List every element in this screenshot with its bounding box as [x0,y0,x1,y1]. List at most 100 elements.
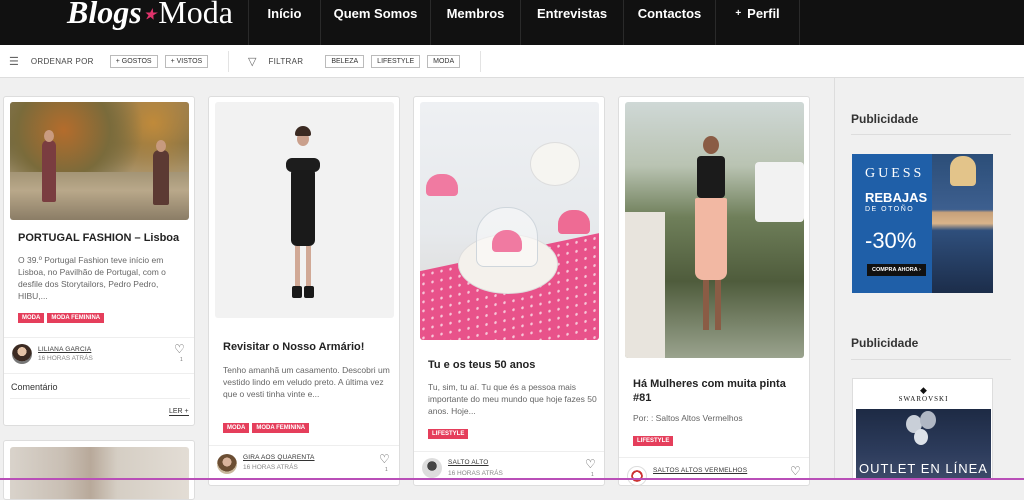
nav-item-entrevistas[interactable]: Entrevistas [520,0,623,45]
boot [292,286,302,298]
black-top [697,156,725,198]
ad-cta-button[interactable]: COMPRA AHORA › [867,264,926,276]
cupcake [558,210,590,234]
separator [10,398,190,399]
teapot [530,142,580,186]
sort-label: ORDENAR POR [30,57,94,66]
swarovski-ad-banner[interactable]: ◆ SWAROVSKI OUTLET EN LÍNEA [852,378,993,480]
ad-headline: REBAJAS [865,190,928,205]
ad-model-hair [950,156,976,186]
post-tags: MODA MODA FEMININA [223,423,312,433]
post-thumbnail[interactable] [10,447,189,499]
filter-chip-moda[interactable]: MODA [427,55,461,68]
nav-item-contactos[interactable]: Contactos [623,0,715,45]
swarovski-logo: SWAROVSKI [898,395,949,403]
nav-label: Entrevistas [536,6,608,21]
filter-chip-lifestyle[interactable]: LIFESTYLE [371,55,421,68]
logo-star-icon: ★ [143,8,157,24]
heart-icon[interactable]: ♡ [790,464,801,478]
post-card[interactable] [3,440,195,500]
tent [755,162,804,222]
nav-item-perfil[interactable]: + Perfil [715,0,800,45]
leg [295,246,300,290]
leg [306,246,311,290]
divider [228,51,229,72]
heart-icon[interactable]: ♡ [174,342,185,356]
nav-label: Contactos [637,6,702,21]
model-head [703,136,719,154]
balloon-shape [914,429,928,445]
guess-logo: GUESS [865,166,925,181]
peach-skirt [695,198,727,280]
comment-label[interactable]: Comentário [11,382,58,392]
like-count: 1 [180,357,183,363]
background-person [625,212,665,358]
ad-section-title: Publicidade [851,336,919,350]
tag-moda-feminina[interactable]: MODA FEMININA [47,313,105,323]
nav-item-membros[interactable]: Membros [430,0,520,45]
post-thumbnail[interactable] [420,102,599,340]
post-card[interactable]: Tu e os teus 50 anos Tu, sim, tu aí. Tu … [413,96,605,486]
nav-label: Perfil [747,6,780,21]
post-title[interactable]: Revisitar o Nosso Armário! [223,340,395,354]
read-more-link[interactable]: LER + [169,408,189,416]
author-avatar[interactable] [422,458,442,478]
author-avatar[interactable] [627,466,647,485]
post-title[interactable]: Tu e os teus 50 anos [428,358,600,372]
divider [480,51,481,72]
separator [209,445,399,446]
model-figure [153,150,169,205]
post-time: 16 HORAS ATRÁS [448,470,503,477]
model-hair [295,126,311,136]
tag-lifestyle[interactable]: LIFESTYLE [633,436,674,446]
leg [715,280,721,330]
dress-body [291,170,315,246]
author-name[interactable]: SALTO ALTO [448,459,489,466]
post-tags: LIFESTYLE [633,436,676,446]
tag-moda-feminina[interactable]: MODA FEMININA [252,423,310,433]
list-icon: ☰ [9,56,19,68]
nav-item-quem-somos[interactable]: Quem Somos [320,0,430,45]
cupcake [492,230,522,252]
post-time: 16 HORAS ATRÁS [38,355,93,362]
author-avatar[interactable] [217,454,237,474]
post-card[interactable]: Há Mulheres com muita pinta #81 Por: : S… [618,96,810,486]
post-thumbnail[interactable] [215,102,394,318]
ad-image: OUTLET EN LÍNEA [856,409,991,479]
divider [851,359,1011,360]
tag-lifestyle[interactable]: LIFESTYLE [428,429,469,439]
ad-section-title: Publicidade [851,112,919,126]
author-avatar[interactable] [12,344,32,364]
post-title[interactable]: PORTUGAL FASHION – Lisboa [18,231,188,245]
author-name[interactable]: GIRA AOS QUARENTA [243,454,315,461]
post-thumbnail[interactable] [10,102,189,220]
tag-moda[interactable]: MODA [223,423,250,433]
sort-chip-views[interactable]: + VISTOS [164,55,209,68]
nav-item-inicio[interactable]: Início [248,0,320,45]
post-card[interactable]: Revisitar o Nosso Armário! Tenho amanhã … [208,96,400,486]
post-title[interactable]: Há Mulheres com muita pinta #81 [633,377,805,405]
sidebar: Publicidade GUESS REBAJAS DE OTOÑO -30% … [834,78,1024,480]
balloon-shape [920,411,936,429]
author-name[interactable]: LILIANA GARCIA [38,346,91,353]
post-excerpt: Tenho amanhã um casamento. Descobri um v… [223,365,390,399]
separator [414,451,604,452]
filter-chip-beleza[interactable]: BELEZA [325,55,365,68]
main-nav: Início Quem Somos Membros Entrevistas Co… [248,0,800,45]
sort-chip-likes[interactable]: + GOSTOS [109,55,158,68]
heart-icon[interactable]: ♡ [585,457,596,471]
separator [4,337,194,338]
post-card[interactable]: PORTUGAL FASHION – Lisboa O 39.º Portuga… [3,96,195,426]
tag-moda[interactable]: MODA [18,313,45,323]
separator [4,373,194,374]
post-thumbnail[interactable] [625,102,804,358]
author-name[interactable]: SALTOS ALTOS VERMELHOS [653,467,747,474]
model-head [44,130,54,142]
post-tags: MODA MODA FEMININA [18,313,107,323]
heart-icon[interactable]: ♡ [379,452,390,466]
boot [304,286,314,298]
guess-ad-banner[interactable]: GUESS REBAJAS DE OTOÑO -30% COMPRA AHORA… [852,154,993,293]
site-logo[interactable]: Blogs ★Moda [67,0,233,31]
post-tags: LIFESTYLE [428,429,471,439]
separator [619,457,809,458]
